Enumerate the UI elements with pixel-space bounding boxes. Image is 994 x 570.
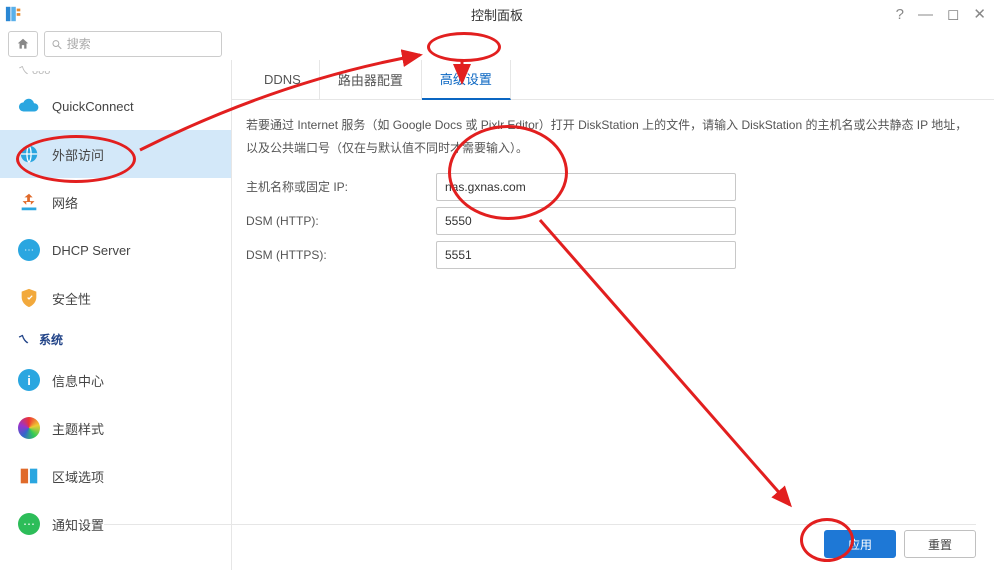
help-icon[interactable]: ? [896, 6, 904, 23]
dhcp-icon: ⋯ [18, 239, 40, 261]
minimize-icon[interactable]: — [918, 6, 933, 23]
sidebar-item-label: 信息中心 [52, 371, 104, 390]
http-input[interactable] [436, 207, 736, 235]
titlebar: 控制面板 ? — ◻ ✕ [0, 0, 994, 28]
row-https: DSM (HTTPS): [246, 238, 976, 272]
app-icon [0, 0, 28, 28]
hostname-label: 主机名称或固定 IP: [246, 178, 436, 195]
https-input[interactable] [436, 241, 736, 269]
sidebar-item-label: 区域选项 [52, 467, 104, 486]
sidebar-item-label: 外部访问 [52, 145, 104, 164]
sidebar-item-label: DHCP Server [52, 243, 131, 258]
sidebar-item-label: 通知设置 [52, 515, 104, 534]
https-label: DSM (HTTPS): [246, 248, 436, 262]
sidebar-item-external-access[interactable]: 外部访问 [0, 130, 231, 178]
sidebar-group-label: 系统 [39, 331, 63, 348]
search-input-wrap[interactable] [44, 31, 222, 57]
http-label: DSM (HTTP): [246, 214, 436, 228]
sidebar-item-dhcp[interactable]: ⋯ DHCP Server [0, 226, 231, 274]
chevron-up-icon: ㄟ [18, 331, 29, 347]
sidebar-item-quickconnect[interactable]: QuickConnect [0, 82, 231, 130]
sidebar-item-region[interactable]: 区域选项 [0, 452, 231, 500]
row-hostname: 主机名称或固定 IP: [246, 170, 976, 204]
close-icon[interactable]: ✕ [973, 5, 986, 23]
search-input[interactable] [67, 37, 215, 51]
globe-icon [18, 143, 40, 165]
row-http: DSM (HTTP): [246, 204, 976, 238]
maximize-icon[interactable]: ◻ [947, 5, 959, 23]
search-icon [51, 38, 63, 51]
sidebar: ㄟ ᴗᴗᴗ QuickConnect 外部访问 网络 ⋯ DHCP Server… [0, 60, 232, 570]
content: DDNS 路由器配置 高级设置 若要通过 Internet 服务（如 Googl… [232, 60, 994, 570]
sidebar-item-label: 网络 [52, 193, 78, 212]
reset-button[interactable]: 重置 [904, 530, 976, 558]
region-icon [18, 465, 40, 487]
sidebar-item-label: 安全性 [52, 289, 91, 308]
sidebar-group-system[interactable]: ㄟ 系统 [0, 322, 231, 356]
info-icon: i [18, 369, 40, 391]
sidebar-item-theme[interactable]: 主题样式 [0, 404, 231, 452]
chat-icon: ⋯ [18, 513, 40, 535]
theme-icon [18, 417, 40, 439]
network-icon [18, 191, 40, 213]
description-text: 若要通过 Internet 服务（如 Google Docs 或 Pixlr E… [246, 114, 976, 160]
sidebar-item-label: QuickConnect [52, 99, 134, 114]
sidebar-item-security[interactable]: 安全性 [0, 274, 231, 322]
sidebar-crumb: ㄟ ᴗᴗᴗ [0, 62, 231, 82]
sidebar-item-infocenter[interactable]: i 信息中心 [0, 356, 231, 404]
tab-ddns[interactable]: DDNS [246, 60, 320, 100]
toolbar [0, 28, 994, 60]
tab-advanced[interactable]: 高级设置 [422, 60, 511, 100]
tabs: DDNS 路由器配置 高级设置 [232, 60, 994, 100]
footer: 应用 重置 [824, 530, 976, 558]
shield-icon [18, 287, 40, 309]
home-button[interactable] [8, 31, 38, 57]
window-title: 控制面板 [0, 5, 994, 24]
hostname-input[interactable] [436, 173, 736, 201]
tab-router[interactable]: 路由器配置 [320, 60, 422, 100]
cloud-icon [18, 95, 40, 117]
sidebar-item-network[interactable]: 网络 [0, 178, 231, 226]
apply-button[interactable]: 应用 [824, 530, 896, 558]
sidebar-item-label: 主题样式 [52, 419, 104, 438]
